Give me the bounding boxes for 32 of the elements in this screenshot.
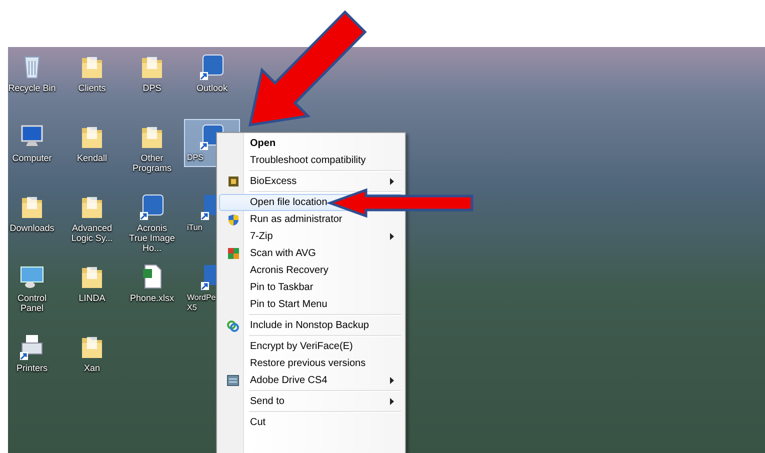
menu-item[interactable]: Cut (219, 414, 403, 431)
avg-icon (228, 248, 238, 259)
desktop-icon[interactable]: Xan (64, 329, 120, 377)
desktop-icon[interactable]: Outlook (184, 49, 240, 97)
desktop-icon[interactable]: Printers (8, 329, 60, 377)
desktop-icon[interactable]: Other Programs (124, 119, 180, 177)
shortcut-icon (138, 192, 166, 220)
menu-item[interactable]: Restore previous versions (219, 355, 403, 372)
desktop-icon[interactable]: Clients (64, 49, 120, 97)
desktop-icon[interactable]: LINDA (64, 259, 120, 307)
desktop-icon[interactable]: Kendall (64, 119, 120, 167)
menu-item[interactable]: Adobe Drive CS4 (219, 372, 403, 389)
desktop-icon[interactable]: Phone.xlsx (124, 259, 180, 307)
desktop-icon[interactable]: Recycle Bin (8, 49, 60, 97)
menu-item[interactable]: Scan with AVG (219, 245, 403, 262)
menu-item[interactable]: BioExcess (219, 173, 403, 190)
desktop-icon[interactable]: Downloads (8, 189, 60, 237)
menu-item[interactable]: Send to (219, 393, 403, 410)
desktop-icon[interactable]: Control Panel (8, 259, 60, 317)
sync-icon (227, 320, 239, 332)
drive-icon (227, 375, 239, 386)
shield-icon (228, 214, 238, 226)
menu-item[interactable]: Encrypt by VeriFace(E) (219, 338, 403, 355)
shortcut-icon (199, 262, 217, 290)
desktop-icon[interactable]: DPS (124, 49, 180, 97)
shortcut-icon (199, 192, 217, 220)
desktop-icon[interactable]: Computer (8, 119, 60, 167)
desktop-icon[interactable]: Advanced Logic Sy... (64, 189, 120, 247)
desktop-icon[interactable]: Acronis True Image Ho... (124, 189, 180, 257)
menu-item[interactable]: Include in Nonstop Backup (219, 317, 403, 334)
shortcut-icon (198, 52, 226, 80)
app-icon (228, 176, 238, 187)
